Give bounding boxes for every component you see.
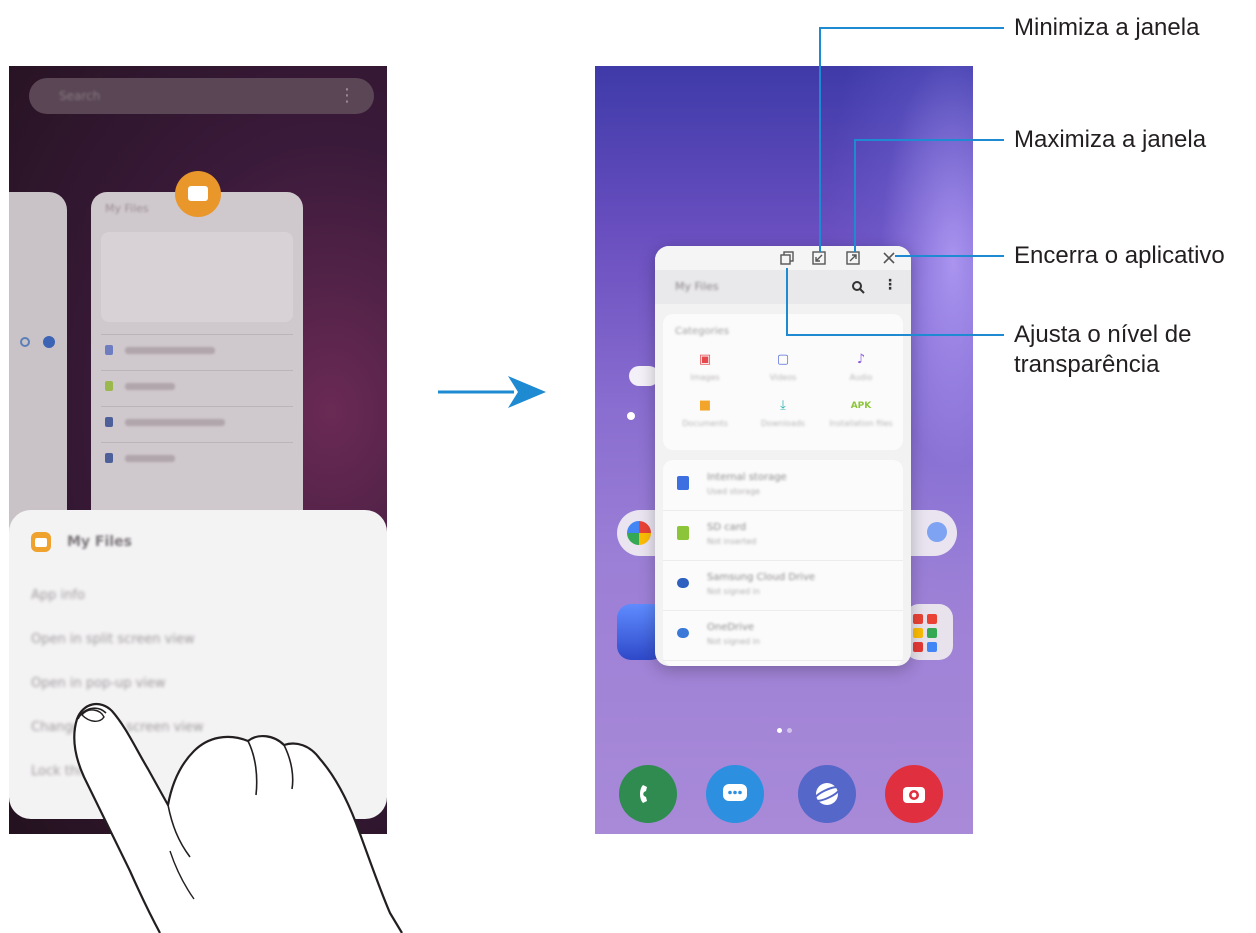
callout-close: Encerra o aplicativo [1014,242,1225,269]
callout-maximize: Maximiza a janela [1014,126,1207,153]
callout-line-maximize [854,139,1004,252]
callout-minimize: Minimiza a janela [1014,14,1200,41]
callout-line-transparency [786,268,1004,336]
callout-transparency: Ajusta o nível de transparência [1014,321,1192,378]
